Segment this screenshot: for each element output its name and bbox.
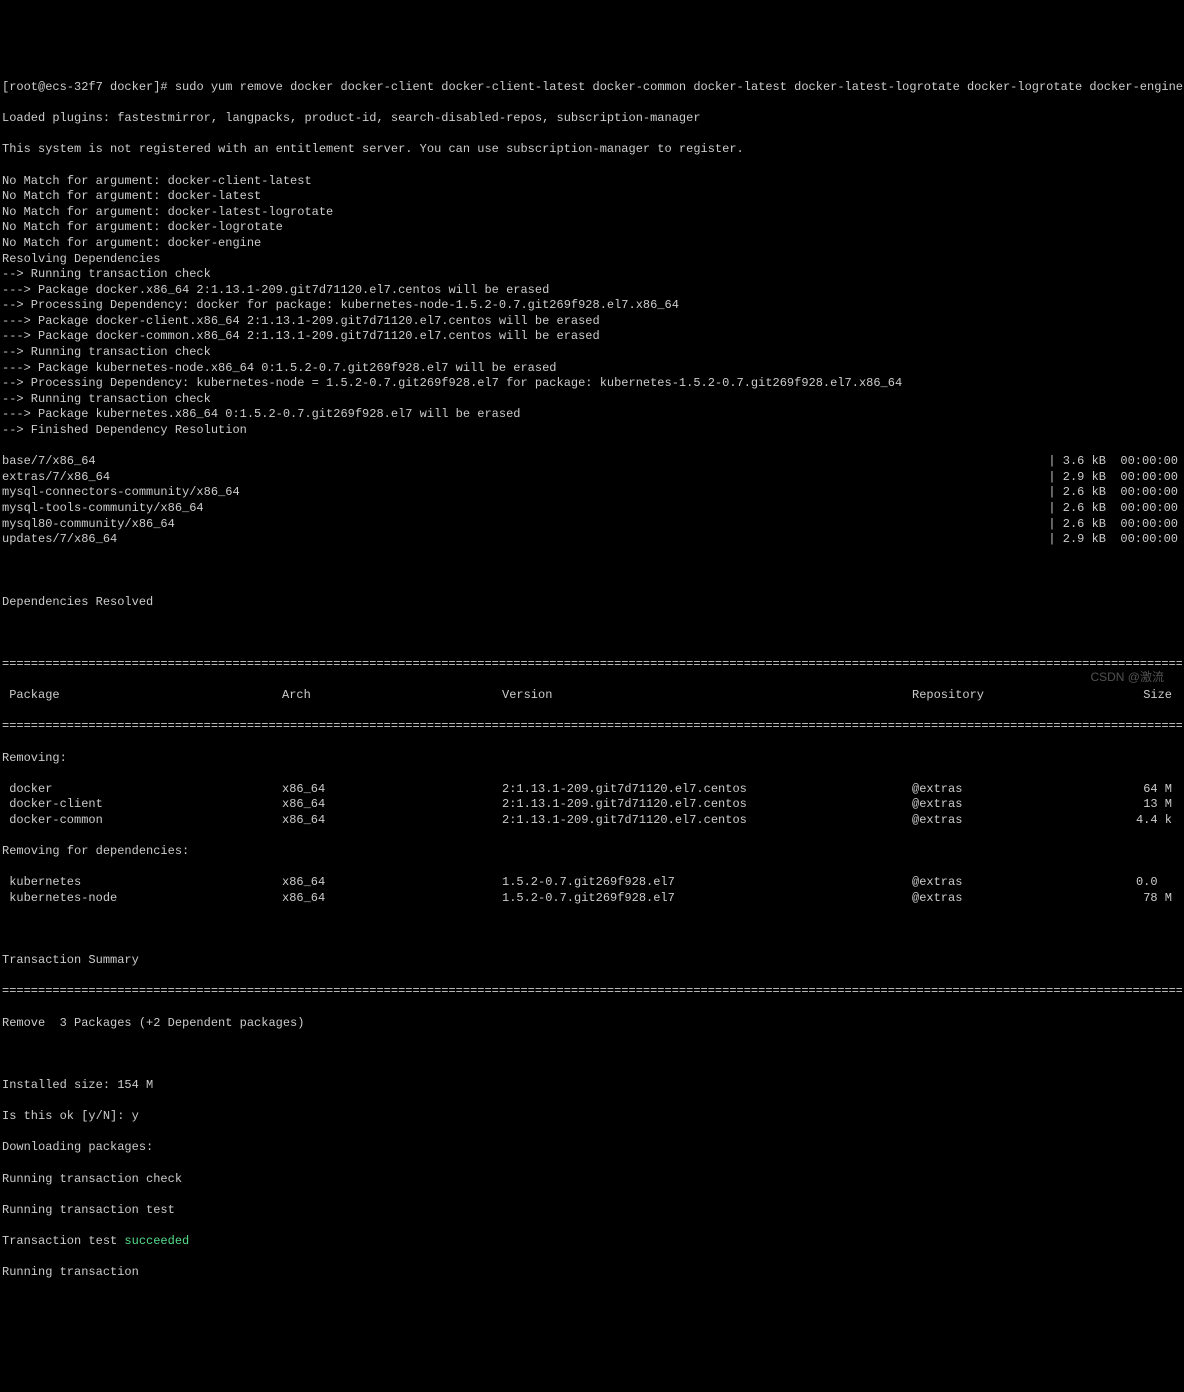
- repo-line: mysql-connectors-community/x86_64 | 2.6 k…: [2, 485, 1182, 501]
- tx-check: Running transaction check: [2, 1172, 1182, 1188]
- repo-stats: | 2.6 kB 00:00:00: [1048, 501, 1182, 517]
- output-line: ---> Package kubernetes.x86_64 0:1.5.2-0…: [2, 407, 1182, 423]
- cell-arch: x86_64: [282, 813, 502, 829]
- repo-name: base/7/x86_64: [2, 454, 96, 470]
- section-removing: Removing:: [2, 751, 1182, 767]
- output-line: ---> Package docker-client.x86_64 2:1.13…: [2, 314, 1182, 330]
- cell-size: 4.4 k: [1102, 813, 1182, 829]
- prompt-command: sudo yum remove docker docker-client doc…: [175, 80, 1183, 94]
- blank-line: [2, 626, 1182, 642]
- cell-version: 2:1.13.1-209.git7d71120.el7.centos: [502, 782, 912, 798]
- divider-mid: ========================================…: [2, 719, 1182, 735]
- cell-arch: x86_64: [282, 875, 502, 891]
- repo-name: mysql-connectors-community/x86_64: [2, 485, 240, 501]
- blank-line: [2, 922, 1182, 938]
- output-line: ---> Package docker-common.x86_64 2:1.13…: [2, 329, 1182, 345]
- output-line: --> Running transaction check: [2, 345, 1182, 361]
- output-line: No Match for argument: docker-logrotate: [2, 220, 1182, 236]
- repo-stats: | 2.6 kB 00:00:00: [1048, 485, 1182, 501]
- section-removing-deps: Removing for dependencies:: [2, 844, 1182, 860]
- repo-line: mysql-tools-community/x86_64 | 2.6 kB 00:…: [2, 501, 1182, 517]
- repo-line: extras/7/x86_64 | 2.9 kB 00:00:00: [2, 470, 1182, 486]
- output-line: [2, 158, 1182, 174]
- output-line: Loaded plugins: fastestmirror, langpacks…: [2, 111, 1182, 127]
- prompt-line: [root@ecs-32f7 docker]# sudo yum remove …: [2, 80, 1182, 96]
- succeeded-word: succeeded: [124, 1234, 189, 1248]
- cell-repo: @extras: [912, 875, 1102, 891]
- cell-version: 2:1.13.1-209.git7d71120.el7.centos: [502, 797, 912, 813]
- output-line: --> Finished Dependency Resolution: [2, 423, 1182, 439]
- cell-repo: @extras: [912, 797, 1102, 813]
- repo-name: mysql80-community/x86_64: [2, 517, 175, 533]
- table-row: dockerx86_642:1.13.1-209.git7d71120.el7.…: [2, 782, 1182, 798]
- tx-test-prefix: Transaction test: [2, 1234, 124, 1248]
- table-row: docker-commonx86_642:1.13.1-209.git7d711…: [2, 813, 1182, 829]
- repo-line: mysql80-community/x86_64 | 2.6 kB 00:00:0…: [2, 517, 1182, 533]
- output-line: Resolving Dependencies: [2, 252, 1182, 268]
- repo-name: extras/7/x86_64: [2, 470, 110, 486]
- cell-size: 64 M: [1102, 782, 1182, 798]
- repo-stats: | 2.9 kB 00:00:00: [1048, 532, 1182, 548]
- repo-line: base/7/x86_64 | 3.6 kB 00:00:00: [2, 454, 1182, 470]
- repo-stats: | 2.6 kB 00:00:00: [1048, 517, 1182, 533]
- table-row: kubernetesx86_641.5.2-0.7.git269f928.el7…: [2, 875, 1182, 891]
- cell-repo: @extras: [912, 891, 1102, 907]
- output-line: No Match for argument: docker-latest: [2, 189, 1182, 205]
- terminal-output[interactable]: [root@ecs-32f7 docker]# sudo yum remove …: [2, 64, 1182, 1296]
- cell-repo: @extras: [912, 782, 1102, 798]
- cell-package: docker-common: [2, 813, 282, 829]
- table-row: kubernetes-nodex86_641.5.2-0.7.git269f92…: [2, 891, 1182, 907]
- divider-top: ========================================…: [2, 657, 1182, 673]
- output-line: --> Processing Dependency: kubernetes-no…: [2, 376, 1182, 392]
- table-row: docker-clientx86_642:1.13.1-209.git7d711…: [2, 797, 1182, 813]
- cell-version: 1.5.2-0.7.git269f928.el7: [502, 875, 912, 891]
- tx-summary-label: Transaction Summary: [2, 953, 1182, 969]
- cell-size: 78 M: [1102, 891, 1182, 907]
- cell-repo: @extras: [912, 813, 1102, 829]
- repo-name: mysql-tools-community/x86_64: [2, 501, 204, 517]
- cell-arch: x86_64: [282, 797, 502, 813]
- cell-version: 1.5.2-0.7.git269f928.el7: [502, 891, 912, 907]
- repo-line: updates/7/x86_64 | 2.9 kB 00:00:00: [2, 532, 1182, 548]
- output-line: ---> Package docker.x86_64 2:1.13.1-209.…: [2, 283, 1182, 299]
- output-line: No Match for argument: docker-latest-log…: [2, 205, 1182, 221]
- cell-arch: x86_64: [282, 891, 502, 907]
- cell-package: docker: [2, 782, 282, 798]
- cell-size: 0.0: [1102, 875, 1182, 891]
- repo-stats: | 3.6 kB 00:00:00: [1048, 454, 1182, 470]
- cell-package: docker-client: [2, 797, 282, 813]
- tx-summary-line: Remove 3 Packages (+2 Dependent packages…: [2, 1016, 1182, 1032]
- cell-arch: x86_64: [282, 782, 502, 798]
- cell-package: kubernetes: [2, 875, 282, 891]
- cell-version: 2:1.13.1-209.git7d71120.el7.centos: [502, 813, 912, 829]
- output-line: This system is not registered with an en…: [2, 142, 1182, 158]
- repo-stats: | 2.9 kB 00:00:00: [1048, 470, 1182, 486]
- output-line: No Match for argument: docker-client-lat…: [2, 174, 1182, 190]
- prompt-userhost: [root@ecs-32f7 docker]#: [2, 80, 168, 94]
- output-line: [2, 127, 1182, 143]
- divider-bottom: ========================================…: [2, 984, 1182, 1000]
- output-line: --> Processing Dependency: docker for pa…: [2, 298, 1182, 314]
- output-line: --> Running transaction check: [2, 392, 1182, 408]
- tx-running: Running transaction: [2, 1265, 1182, 1281]
- blank-line: [2, 563, 1182, 579]
- downloading: Downloading packages:: [2, 1140, 1182, 1156]
- installed-size: Installed size: 154 M: [2, 1078, 1182, 1094]
- cell-size: 13 M: [1102, 797, 1182, 813]
- output-line: ---> Package kubernetes-node.x86_64 0:1.…: [2, 361, 1182, 377]
- tx-test: Running transaction test: [2, 1203, 1182, 1219]
- output-line: --> Running transaction check: [2, 267, 1182, 283]
- tx-test-succeeded: Transaction test succeeded: [2, 1234, 1182, 1250]
- confirm-prompt: Is this ok [y/N]: y: [2, 1109, 1182, 1125]
- output-line: No Match for argument: docker-engine: [2, 236, 1182, 252]
- watermark: CSDN @激流: [1090, 670, 1164, 686]
- deps-resolved: Dependencies Resolved: [2, 595, 1182, 611]
- cell-package: kubernetes-node: [2, 891, 282, 907]
- blank-line: [2, 1047, 1182, 1063]
- repo-name: updates/7/x86_64: [2, 532, 117, 548]
